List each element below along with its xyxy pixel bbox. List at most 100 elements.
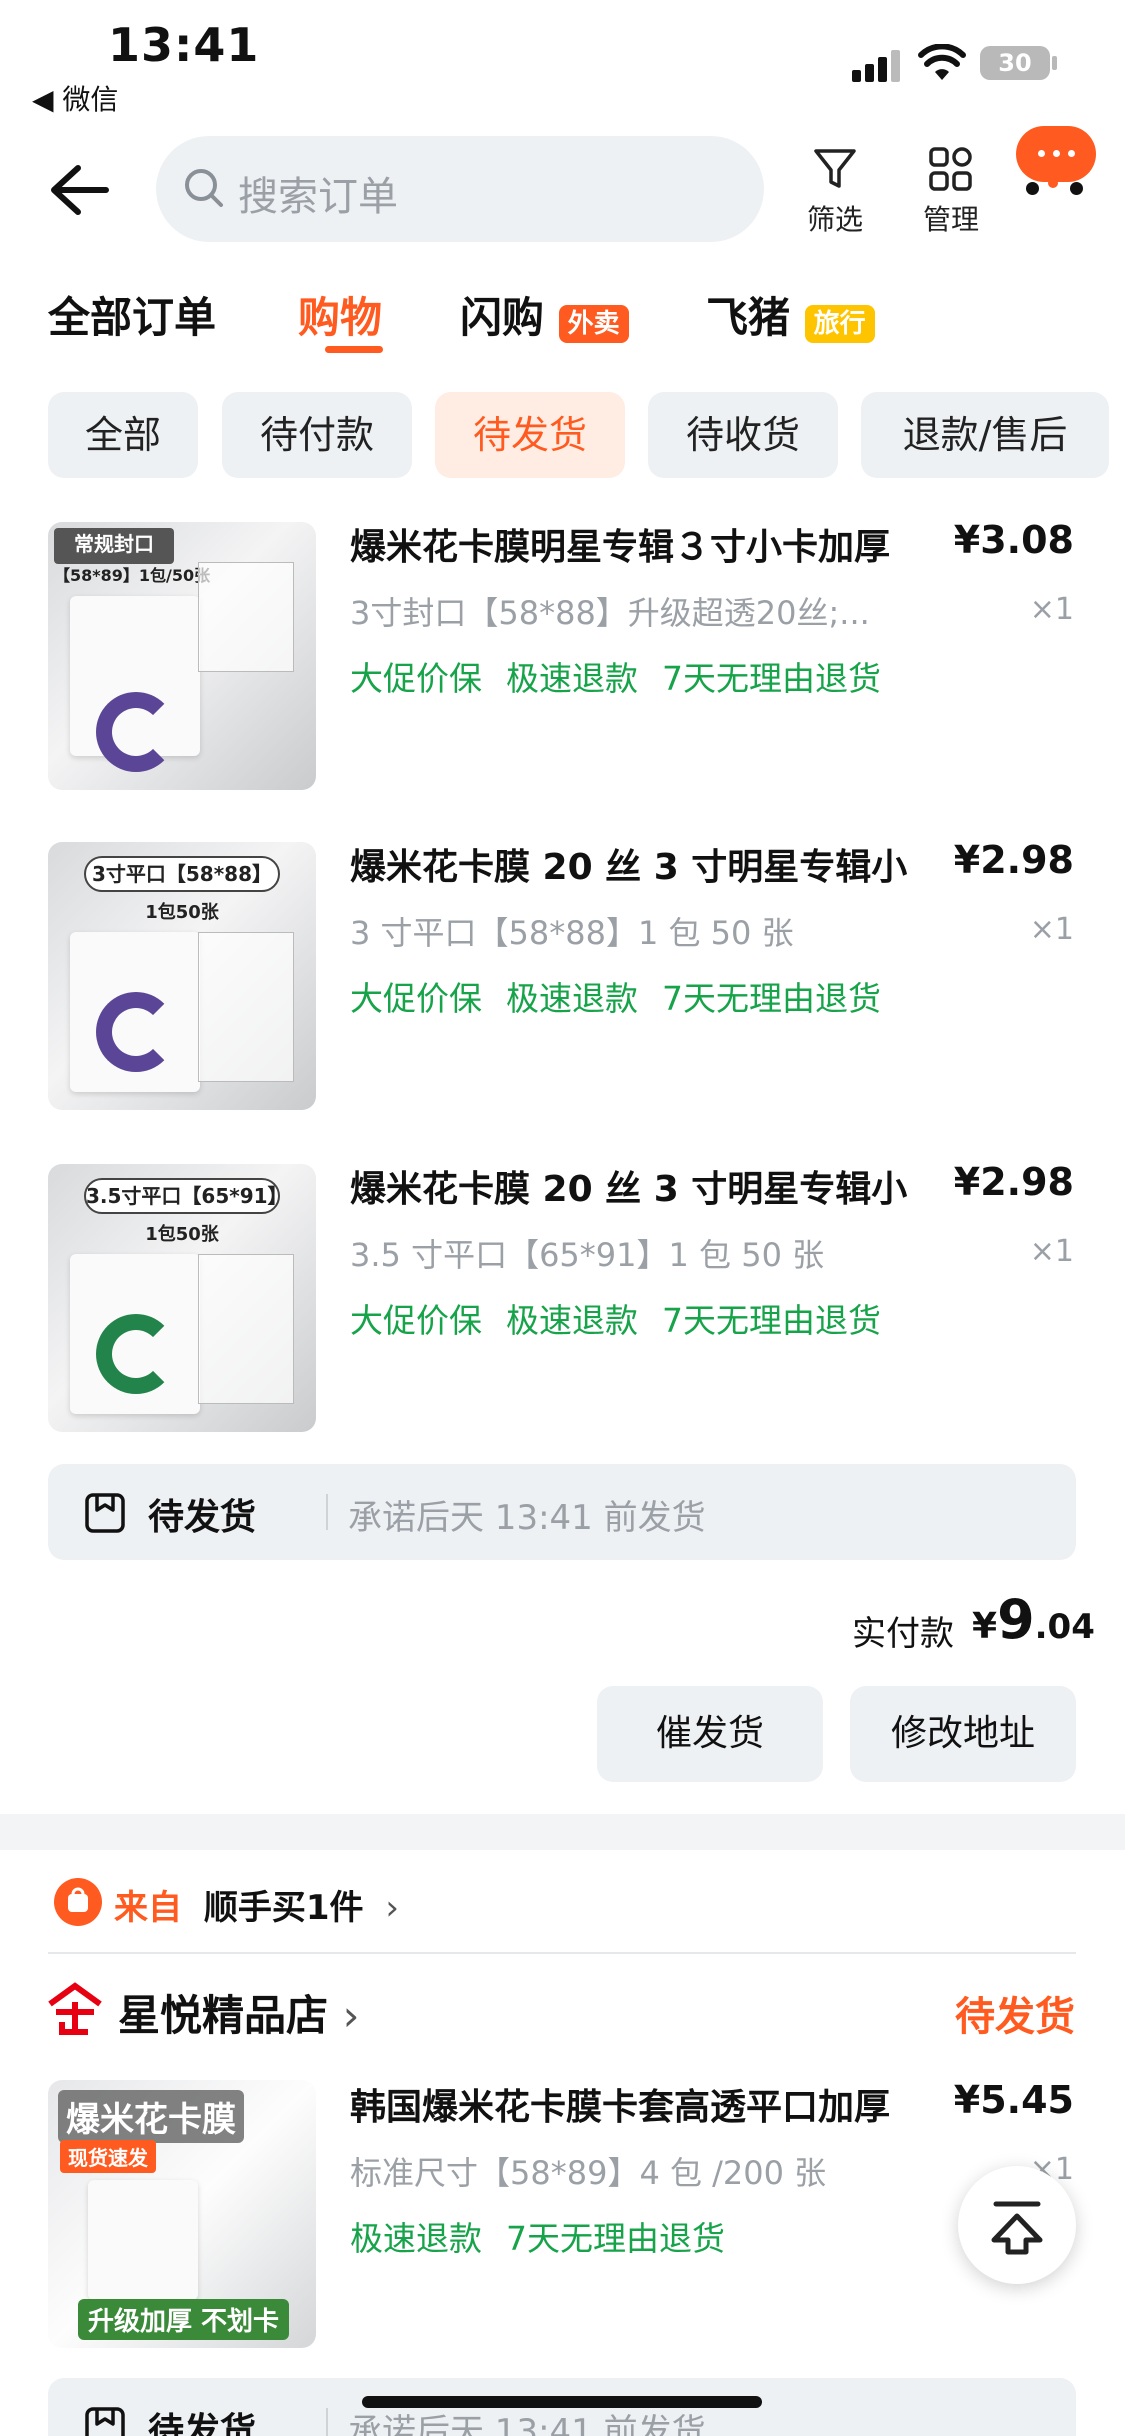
thumb-title: 爆米花卡膜: [58, 2090, 244, 2143]
divider: [48, 1952, 1076, 1954]
product-title[interactable]: 韩国爆米花卡膜卡套高透平口加厚: [350, 2078, 890, 2130]
product-price: ¥5.45: [953, 2078, 1074, 2122]
paid-dec: .04: [1034, 1607, 1095, 1647]
paid-amount: ¥9.04: [972, 1588, 1095, 1651]
tab-fliggy[interactable]: 飞猪 旅行: [706, 284, 875, 345]
search-icon: [185, 169, 223, 207]
product-qty: ×1: [1029, 592, 1074, 627]
thumb-banner: 3.5寸平口【65*91】: [84, 1178, 288, 1214]
service-tag: 极速退款: [506, 659, 638, 698]
paid-int: 9: [997, 1588, 1035, 1651]
source-name: 顺手买1件: [203, 1888, 364, 1928]
more-dots-icon[interactable]: [1026, 178, 1086, 196]
service-tag: 极速退款: [350, 2219, 482, 2258]
product-title[interactable]: 爆米花卡膜明星专辑３寸小卡加厚: [350, 518, 890, 570]
tab-shopping[interactable]: 购物: [298, 284, 382, 345]
product-price: ¥2.98: [953, 1160, 1074, 1204]
source-prefix: 来自: [114, 1888, 182, 1928]
shop-name-link[interactable]: 星悦精品店 ›: [118, 1982, 359, 2043]
product-spec: 3 寸平口【58*88】1 包 50 张: [350, 914, 794, 952]
shipping-status: 待发货: [148, 2411, 257, 2436]
service-tag: 7天无理由退货: [662, 1301, 881, 1340]
manage-button[interactable]: 管理: [916, 146, 986, 238]
urge-shipping-button[interactable]: 催发货: [597, 1686, 823, 1782]
thumb-sub: 1包50张: [145, 902, 219, 923]
change-address-button[interactable]: 修改地址: [850, 1686, 1076, 1782]
travel-badge: 旅行: [804, 305, 875, 343]
filter-icon: [814, 149, 856, 188]
product-price: ¥3.08: [953, 518, 1074, 562]
tab-flash-buy[interactable]: 闪购 外卖: [460, 284, 629, 345]
service-tags: 大促价保 极速退款 7天无理由退货: [350, 972, 905, 1020]
tmall-shop-icon: [48, 1982, 102, 2035]
shop-name: 星悦精品店: [118, 1991, 329, 2040]
product-title[interactable]: 爆米花卡膜 20 丝 3 寸明星专辑小: [350, 838, 907, 890]
thumb-sub: 【58*89】1包/50张: [54, 566, 211, 585]
signal-icon: [852, 50, 902, 82]
thumb-sleeve: [198, 562, 294, 672]
service-tags: 大促价保 极速退款 7天无理由退货: [350, 652, 905, 700]
service-tag: 7天无理由退货: [662, 979, 881, 1018]
product-spec: 3.5 寸平口【65*91】1 包 50 张: [350, 1236, 825, 1274]
shipping-promise: 承诺后天 13:41 前发货: [348, 1498, 706, 1538]
product-spec: 标准尺寸【58*89】4 包 /200 张: [350, 2154, 827, 2192]
service-tag: 大促价保: [350, 1301, 482, 1340]
product-qty: ×1: [1029, 912, 1074, 947]
thumb-bottom: 升级加厚 不划卡: [78, 2299, 290, 2340]
product-qty: ×1: [1029, 1234, 1074, 1269]
paid-label: 实付款: [852, 1614, 954, 1654]
tab-flash-buy-label: 闪购: [460, 293, 545, 342]
chip-all[interactable]: 全部: [48, 392, 198, 478]
tab-all-orders[interactable]: 全部订单: [48, 284, 216, 345]
service-tag: 大促价保: [350, 979, 482, 1018]
order-status: 待发货: [955, 1994, 1075, 2040]
chip-pending-payment[interactable]: 待付款: [222, 392, 412, 478]
product-spec: 3寸封口【58*88】升级超透20丝;...: [350, 594, 870, 632]
chip-pending-receipt[interactable]: 待收货: [648, 392, 838, 478]
home-indicator[interactable]: [362, 2396, 762, 2408]
service-tag: 极速退款: [506, 1301, 638, 1340]
manage-label: 管理: [922, 203, 979, 236]
product-image[interactable]: 常规封口 【58*89】1包/50张: [48, 522, 316, 790]
thumb-ring: [96, 992, 176, 1072]
thumb-sub: 1包50张: [145, 1224, 219, 1245]
shipping-status-bar[interactable]: 待发货 承诺后天 13:41 前发货: [48, 1464, 1076, 1560]
shipping-status: 待发货: [148, 1497, 257, 1538]
bag-icon: [54, 1878, 102, 1926]
chip-refund-aftersale[interactable]: 退款/售后: [861, 392, 1109, 478]
chip-pending-shipment[interactable]: 待发货: [435, 392, 625, 478]
active-tab-indicator: [325, 346, 383, 353]
takeout-badge: 外卖: [558, 305, 629, 343]
chevron-right-icon: ›: [385, 1888, 399, 1928]
order-source[interactable]: 来自 顺手买1件 ›: [114, 1880, 399, 1929]
back-arrow-icon[interactable]: [44, 160, 114, 220]
service-tag: 7天无理由退货: [662, 659, 881, 698]
message-icon[interactable]: [1016, 126, 1096, 182]
service-tag: 极速退款: [506, 979, 638, 1018]
thumb-tag: 现货速发: [60, 2140, 156, 2173]
order-separator: [0, 1814, 1125, 1850]
search-input[interactable]: 搜索订单: [156, 136, 764, 242]
service-tags: 大促价保 极速退款 7天无理由退货: [350, 1294, 905, 1342]
status-time: 13:41: [108, 18, 260, 72]
thumb-banner: 3寸平口【58*88】: [84, 856, 280, 892]
thumb-ring: [96, 1314, 176, 1394]
package-icon: [85, 2407, 125, 2436]
service-tag: 7天无理由退货: [506, 2219, 725, 2258]
search-placeholder: 搜索订单: [238, 174, 398, 220]
product-image[interactable]: 3寸平口【58*88】 1包50张: [48, 842, 316, 1110]
back-to-top-icon: [991, 2201, 1043, 2255]
back-to-top-button[interactable]: [958, 2166, 1076, 2284]
package-icon: [85, 1493, 125, 1533]
product-image[interactable]: 爆米花卡膜 现货速发 升级加厚 不划卡: [48, 2080, 316, 2348]
product-image[interactable]: 3.5寸平口【65*91】 1包50张: [48, 1164, 316, 1432]
chevron-right-icon: ›: [342, 1991, 360, 2040]
thumb-card: [88, 2180, 198, 2300]
product-title[interactable]: 爆米花卡膜 20 丝 3 寸明星专辑小: [350, 1160, 907, 1212]
wifi-icon: [918, 44, 966, 80]
product-price: ¥2.98: [953, 838, 1074, 882]
filter-button[interactable]: 筛选: [800, 146, 870, 238]
grid-icon: [929, 147, 972, 191]
back-to-wechat[interactable]: ◀ 微信: [32, 78, 118, 118]
thumb-banner: 常规封口: [54, 528, 174, 564]
